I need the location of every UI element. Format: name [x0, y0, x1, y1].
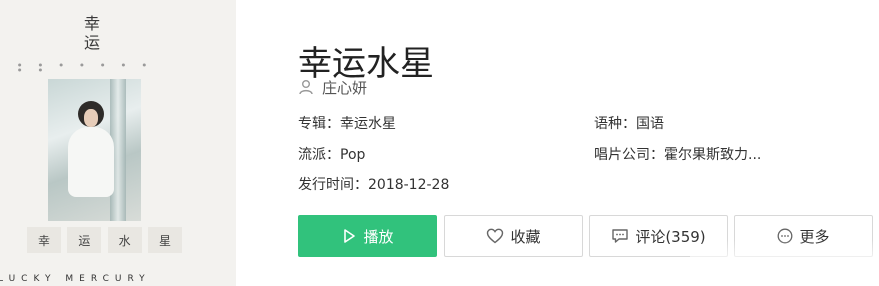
user-icon	[299, 80, 313, 95]
genre-info: 流派：Pop	[298, 147, 366, 163]
more-icon	[778, 228, 793, 244]
cover-photo	[48, 79, 141, 221]
cover-title-cells: 幸 运 水 星	[27, 225, 182, 255]
cover-title-char: 星	[147, 227, 182, 253]
favorite-button[interactable]: 收藏	[444, 215, 583, 257]
favorite-label: 收藏	[510, 227, 541, 246]
album-cover[interactable]: 幸运 ● ● ● ● ● ● ● ● ● 幸 运 水 星 LUCKY MERCU…	[0, 0, 236, 286]
more-button[interactable]: 更多	[734, 215, 873, 257]
more-label: 更多	[799, 227, 830, 246]
play-label: 播放	[363, 227, 394, 246]
label-info: 唱片公司：霍尔果斯致力...	[594, 147, 762, 163]
artist-name[interactable]: 庄心妍	[322, 77, 367, 98]
cover-title-char: 运	[67, 227, 102, 253]
cover-english-title: LUCKY MERCURY	[0, 274, 151, 284]
comment-label: 评论(359)	[635, 227, 706, 246]
release-date-info: 发行时间：2018-12-28	[298, 177, 450, 193]
play-button[interactable]: 播放	[298, 215, 437, 257]
album-text[interactable]: 专辑：幸运水星	[298, 116, 396, 132]
comment-icon	[612, 229, 629, 243]
play-icon	[344, 229, 356, 243]
cover-title-char: 幸	[27, 227, 61, 253]
album-info[interactable]: 专辑：幸运水星	[298, 114, 396, 134]
cover-calligraphy: 幸运	[83, 14, 100, 52]
language-info: 语种：国语	[594, 116, 664, 132]
comment-button[interactable]: 评论(359)	[589, 215, 728, 257]
artist-link[interactable]: 庄心妍	[298, 76, 367, 98]
cover-title-char: 水	[107, 227, 142, 253]
cover-dots-decoration: ● ● ● ● ● ● ● ● ●	[18, 62, 155, 72]
heart-icon	[487, 228, 504, 244]
